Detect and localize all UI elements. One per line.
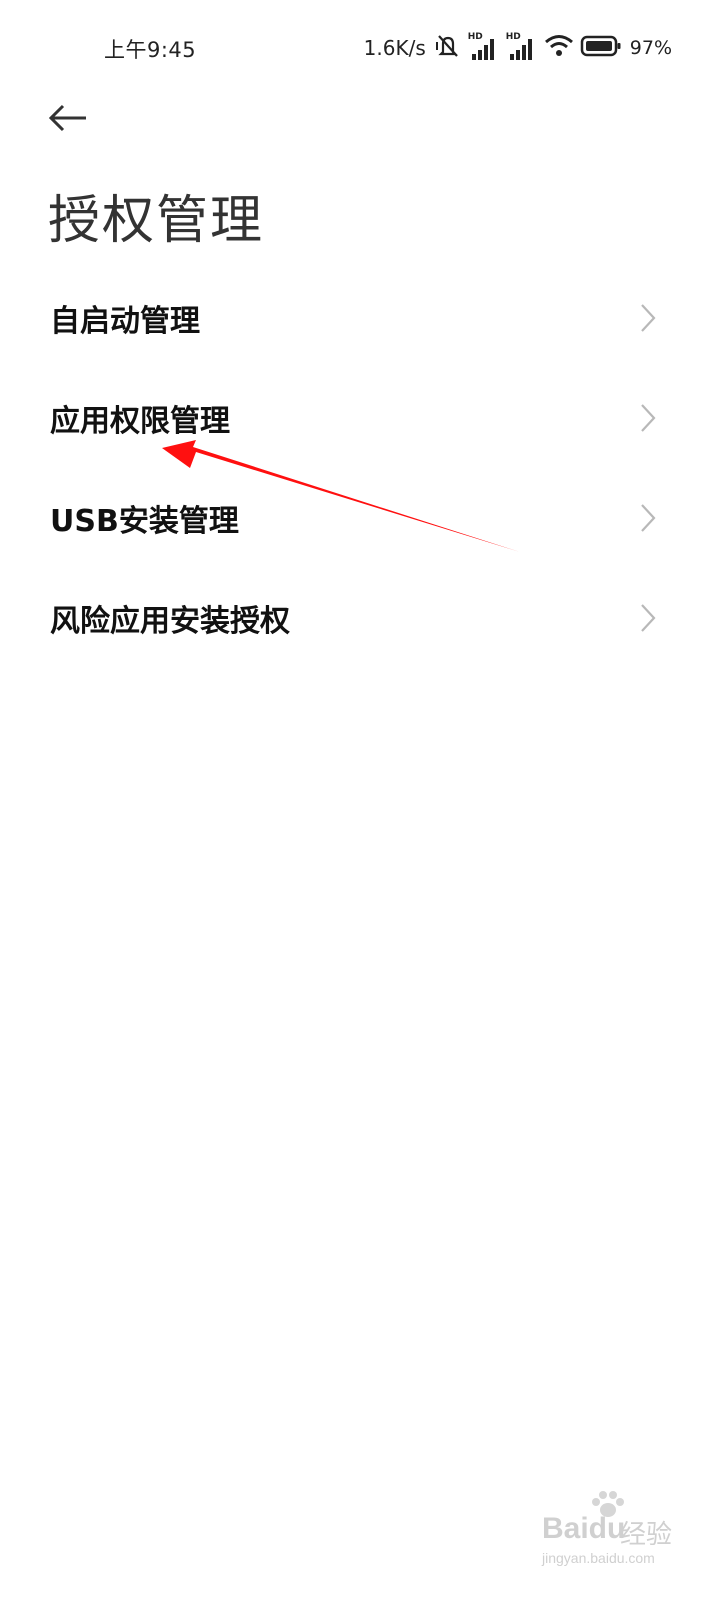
arrow-left-icon (48, 104, 86, 132)
menu-item-label: USB安装管理 (50, 504, 239, 539)
signal-icon: HD (506, 32, 538, 62)
net-speed: 1.6K/s (363, 36, 426, 60)
menu-item-app-permissions[interactable]: 应用权限管理 (0, 368, 720, 468)
watermark-brand-cn: 经验 (620, 1520, 673, 1550)
battery-percent: 97% (629, 37, 672, 59)
menu-item-risk-app-install[interactable]: 风险应用安装授权 (0, 568, 720, 668)
battery-icon (580, 34, 622, 62)
page-title: 授权管理 (48, 191, 265, 251)
mute-icon (434, 32, 462, 64)
chevron-right-icon (641, 604, 656, 632)
status-icons: 1.6K/s HD HD 97% (364, 30, 672, 66)
menu-item-label: 风险应用安装授权 (50, 604, 290, 639)
status-time: 上午9:45 (104, 38, 197, 62)
status-bar: 上午9:45 1.6K/s HD HD 97% (0, 0, 720, 96)
menu-item-auto-start[interactable]: 自启动管理 (0, 268, 720, 368)
chevron-right-icon (641, 304, 656, 332)
watermark-url: jingyan.baidu.com (542, 1550, 655, 1566)
menu-item-usb-install[interactable]: USB安装管理 (0, 468, 720, 568)
menu-item-label: 应用权限管理 (50, 404, 230, 439)
wifi-icon (544, 33, 574, 63)
menu-list: 自启动管理 应用权限管理 USB安装管理 风险应用安装授权 (0, 268, 720, 668)
watermark: Baidu 经验 jingyan.baidu.com (540, 1490, 700, 1570)
menu-item-label: 自启动管理 (50, 304, 200, 339)
signal-icon: HD (468, 32, 500, 62)
chevron-right-icon (641, 404, 656, 432)
back-button[interactable] (44, 96, 92, 140)
chevron-right-icon (641, 504, 656, 532)
watermark-brand: Baidu (542, 1512, 626, 1545)
